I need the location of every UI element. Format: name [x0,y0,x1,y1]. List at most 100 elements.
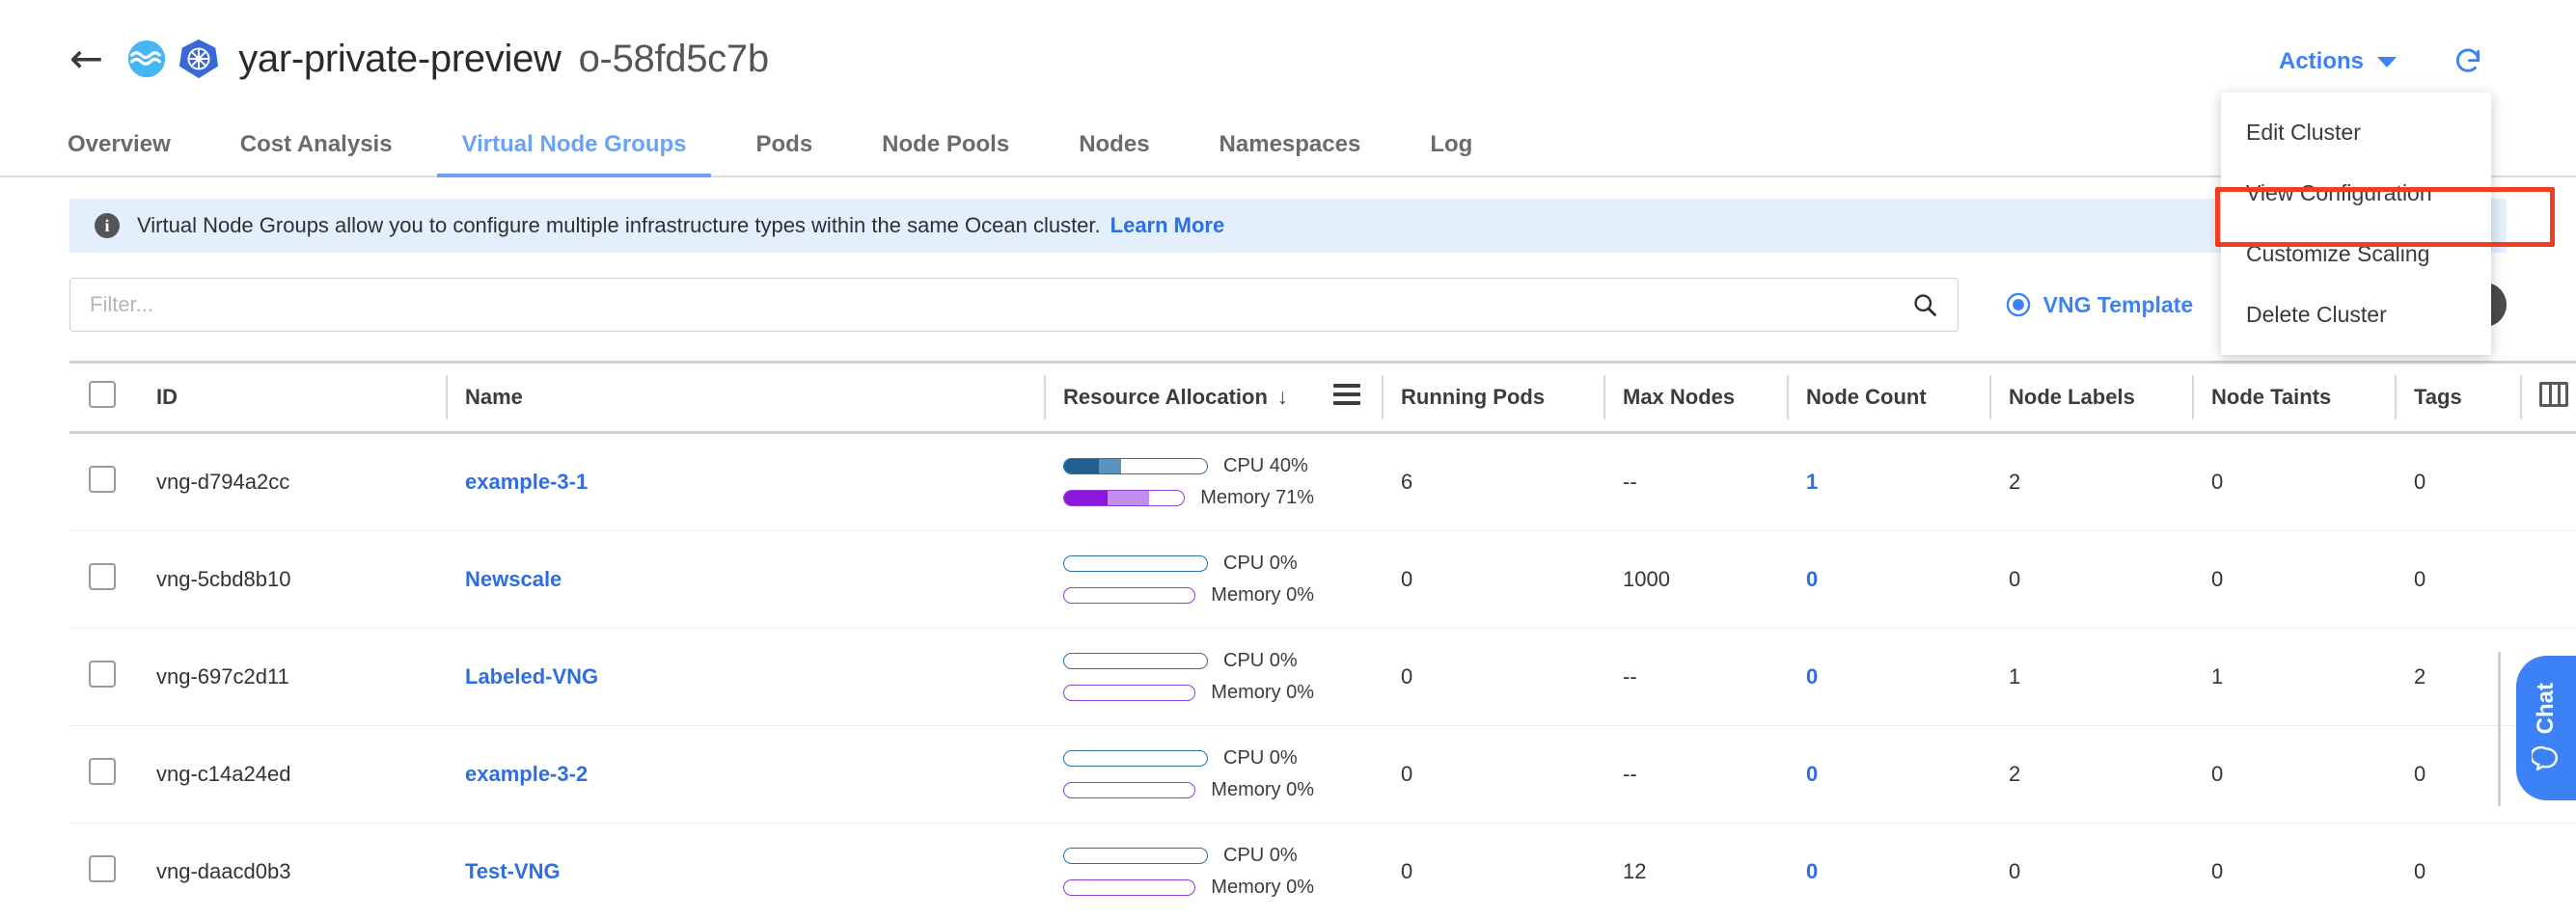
table-row[interactable]: vng-697c2d11 Labeled-VNG CPU 0% Memory 0% 0-… [69,628,2576,726]
table-row[interactable]: vng-5cbd8b10 Newscale CPU 0% Memory 0% 0 1000… [69,530,2576,629]
row-checkbox[interactable] [89,661,116,688]
vng-table: ID Name Resource Allocation ↓ Running Pod… [69,361,2576,918]
chevron-down-icon [2377,56,2397,68]
table-toolbar: VNG Template + Create VNG [0,253,2576,332]
search-input[interactable] [90,292,1911,317]
cpu-label: CPU 0% [1223,650,1298,671]
vng-name-link[interactable]: example-3-2 [465,762,588,786]
vng-template-button[interactable]: VNG Template [2005,291,2194,318]
header-node-count[interactable]: Node Count [1787,361,1989,434]
search-icon[interactable] [1911,291,1938,318]
cpu-allocation-row: CPU 40% [1063,455,1314,477]
memory-allocation-row: Memory 0% [1063,584,1314,607]
node-count-link[interactable]: 0 [1806,567,1818,591]
cell-node-labels: 2 [1989,725,2192,824]
cell-node-taints: 0 [2192,823,2395,918]
table-row[interactable]: vng-daacd0b3 Test-VNG CPU 0% Memory 0% 0 12 0 0… [69,823,2576,918]
header-node-labels[interactable]: Node Labels [1989,361,2192,434]
filter-box[interactable] [69,278,1959,332]
row-checkbox[interactable] [89,855,116,882]
cell-name: Test-VNG [446,823,1044,918]
tab-nodes[interactable]: Nodes [1079,131,1149,176]
cell-node-count: 0 [1787,530,1989,629]
vng-name-link[interactable]: example-3-1 [465,470,588,494]
info-banner-text: Virtual Node Groups allow you to configu… [137,213,1101,237]
cell-node-labels: 2 [1989,432,2192,531]
node-count-link[interactable]: 0 [1806,762,1818,786]
tab-overview[interactable]: Overview [68,131,171,176]
cell-name: example-3-1 [446,432,1044,531]
row-checkbox[interactable] [89,563,116,590]
row-checkbox[interactable] [89,466,116,493]
column-settings-icon[interactable] [2539,382,2568,407]
back-arrow-icon[interactable]: ← [69,39,103,79]
header-resource-allocation[interactable]: Resource Allocation ↓ [1044,361,1314,434]
header-id[interactable]: ID [137,361,446,434]
row-select-cell [69,823,137,918]
cpu-label: CPU 0% [1223,553,1298,574]
cell-resource-allocation: CPU 0% Memory 0% [1044,725,1314,824]
cell-spacer [2520,530,2576,629]
cell-id: vng-5cbd8b10 [137,530,446,629]
header-name[interactable]: Name [446,361,1044,434]
page-header: ← yar-private-preview o-58fd5c7b Actions [0,0,2576,118]
vng-name-link[interactable]: Newscale [465,567,562,591]
tab-virtual-node-groups[interactable]: Virtual Node Groups [436,131,712,177]
learn-more-link[interactable]: Learn More [1110,213,1225,238]
refresh-icon[interactable] [2453,46,2483,77]
cell-node-taints: 0 [2192,432,2395,531]
row-checkbox[interactable] [89,758,116,785]
header-select-all-cell [69,361,137,434]
menu-item-edit-cluster[interactable]: Edit Cluster [2221,102,2491,163]
cell-max-nodes: -- [1603,725,1787,824]
cpu-allocation-row: CPU 0% [1063,845,1314,867]
menu-item-delete-cluster[interactable]: Delete Cluster [2221,284,2491,345]
vng-name-link[interactable]: Test-VNG [465,859,561,883]
cell-node-labels: 1 [1989,628,2192,726]
row-select-cell [69,725,137,824]
cell-node-count: 0 [1787,628,1989,726]
cpu-label: CPU 0% [1223,747,1298,769]
vng-template-label: VNG Template [2042,291,2194,317]
cell-tags: 2 [2395,628,2520,726]
cpu-progress-bar [1063,750,1208,767]
memory-allocation-row: Memory 71% [1063,487,1314,509]
node-count-link[interactable]: 0 [1806,859,1818,883]
vng-name-link[interactable]: Labeled-VNG [465,664,598,688]
tab-cost-analysis[interactable]: Cost Analysis [240,131,393,176]
hamburger-icon[interactable] [1333,379,1360,410]
header-node-taints[interactable]: Node Taints [2192,361,2395,434]
menu-item-customize-scaling[interactable]: Customize Scaling [2221,224,2491,284]
node-count-link[interactable]: 0 [1806,664,1818,688]
table-header-row: ID Name Resource Allocation ↓ Running Pod… [69,361,2576,434]
row-select-cell [69,628,137,726]
cell-running-pods: 0 [1382,628,1603,726]
header-tags[interactable]: Tags [2395,361,2520,434]
table-row[interactable]: vng-d794a2cc example-3-1 CPU 40% Memory 71%… [69,432,2576,531]
tab-pods[interactable]: Pods [755,131,812,176]
page-title: yar-private-preview [238,37,562,80]
cell-node-labels: 0 [1989,823,2192,918]
cell-tags: 0 [2395,432,2520,531]
cell-node-taints: 0 [2192,725,2395,824]
cell-tags: 0 [2395,823,2520,918]
tab-log[interactable]: Log [1430,131,1472,176]
header-max-nodes[interactable]: Max Nodes [1603,361,1787,434]
cell-running-pods: 0 [1382,725,1603,824]
table-row[interactable]: vng-c14a24ed example-3-2 CPU 0% Memory 0% 0-… [69,725,2576,824]
cpu-progress-bar [1063,458,1208,474]
menu-item-view-configuration[interactable]: View Configuration [2221,163,2491,224]
cell-id: vng-d794a2cc [137,432,446,531]
chat-button[interactable]: Chat [2516,656,2576,800]
select-all-checkbox[interactable] [89,381,116,408]
actions-button[interactable]: Actions [2279,48,2397,75]
header-running-pods[interactable]: Running Pods [1382,361,1603,434]
cell-name: Labeled-VNG [446,628,1044,726]
tab-node-pools[interactable]: Node Pools [882,131,1009,176]
node-count-link[interactable]: 1 [1806,470,1818,494]
info-icon: i [95,213,120,238]
tab-namespaces[interactable]: Namespaces [1219,131,1361,176]
cell-row-menu [1314,823,1382,918]
cell-node-count: 0 [1787,725,1989,824]
cell-node-count: 0 [1787,823,1989,918]
